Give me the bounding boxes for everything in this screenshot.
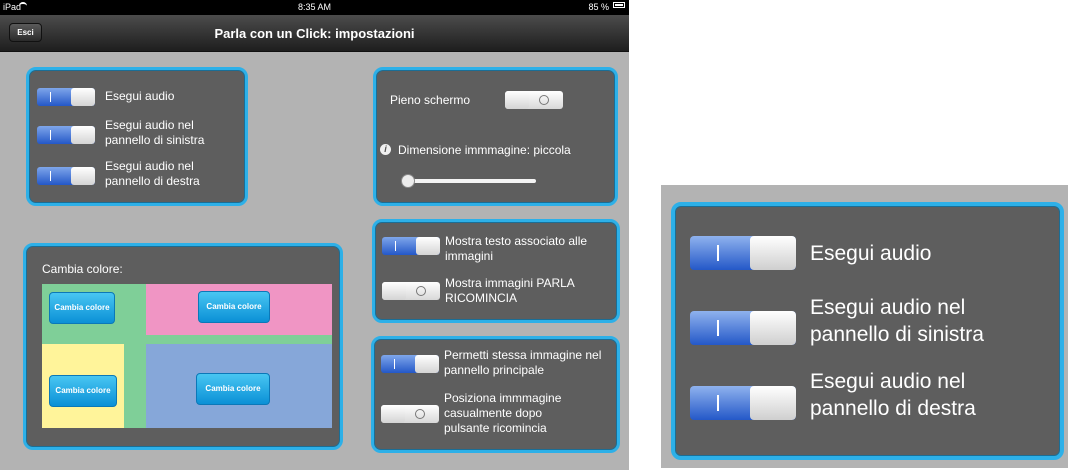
clock: 8:35 AM <box>297 2 332 12</box>
audio-toggle-label: Esegui audio <box>105 89 175 103</box>
audio-left-toggle[interactable] <box>37 126 95 144</box>
show-images-toggle[interactable] <box>382 282 440 300</box>
color-settings-panel: Cambia colore: Cambia colore Cambia colo… <box>23 243 343 450</box>
audio-settings-panel: Esegui audio Esegui audio nel pannello d… <box>26 67 248 206</box>
fullscreen-label: Pieno schermo <box>390 93 471 107</box>
image-size-slider[interactable] <box>406 179 536 183</box>
show-text-toggle-label: Mostra testo associato alle immagini <box>445 234 588 263</box>
image-size-slider-thumb[interactable] <box>401 174 415 188</box>
battery-icon <box>613 2 625 8</box>
zoom-audio-toggle[interactable] <box>690 236 796 270</box>
text-settings-panel: Mostra testo associato alle immagini Mos… <box>372 219 620 323</box>
zoom-audio-left-toggle-label: Esegui audio nel pannello di sinistra <box>810 296 984 346</box>
change-color-button-top-right[interactable]: Cambia colore <box>198 291 270 323</box>
image-size-label: Dimensione immmagine: piccola <box>398 143 571 157</box>
nav-bar: Esci Parla con un Click: impostazioni <box>0 15 629 52</box>
battery-percent: 85 % <box>588 2 609 12</box>
zoom-audio-right-toggle[interactable] <box>690 386 796 420</box>
zoom-audio-toggle-label: Esegui audio <box>810 242 932 265</box>
same-image-toggle[interactable] <box>381 355 439 373</box>
image-settings-panel: Permetti stessa immagine nel pannello pr… <box>371 336 620 453</box>
audio-right-toggle-label: Esegui audio nel pannello di destra <box>105 159 200 188</box>
status-bar: iPad 8:35 AM 85 % <box>0 0 629 15</box>
change-color-button-top-left[interactable]: Cambia colore <box>49 292 115 324</box>
color-panel-title: Cambia colore: <box>42 262 123 276</box>
change-color-button-bottom-left[interactable]: Cambia colore <box>49 375 117 407</box>
info-icon[interactable]: i <box>380 144 391 155</box>
zoomed-audio-panel-inset: Esegui audio Esegui audio nel pannello d… <box>661 185 1068 468</box>
audio-left-toggle-label: Esegui audio nel pannello di sinistra <box>105 118 205 147</box>
fullscreen-toggle[interactable] <box>505 91 563 109</box>
color-grid: Cambia colore Cambia colore Cambia color… <box>42 284 332 428</box>
zoom-audio-right-toggle-label: Esegui audio nel pannello di destra <box>810 370 976 420</box>
random-position-toggle[interactable] <box>381 405 439 423</box>
zoomed-audio-panel: Esegui audio Esegui audio nel pannello d… <box>671 202 1064 460</box>
change-color-button-bottom-right[interactable]: Cambia colore <box>196 373 270 405</box>
page-title: Parla con un Click: impostazioni <box>214 26 415 41</box>
audio-right-toggle[interactable] <box>37 167 95 185</box>
show-images-toggle-label: Mostra immagini PARLA RICOMINCIA <box>445 276 575 305</box>
same-image-toggle-label: Permetti stessa immagine nel pannello pr… <box>444 348 602 377</box>
ipad-screen: iPad 8:35 AM 85 % Esci Parla con un Clic… <box>0 0 629 470</box>
audio-toggle[interactable] <box>37 88 95 106</box>
show-text-toggle[interactable] <box>382 237 440 255</box>
random-position-toggle-label: Posiziona immmagine casualmente dopo pul… <box>444 391 562 435</box>
screen-settings-panel: Pieno schermo i Dimensione immmagine: pi… <box>373 67 618 206</box>
zoom-audio-left-toggle[interactable] <box>690 311 796 345</box>
